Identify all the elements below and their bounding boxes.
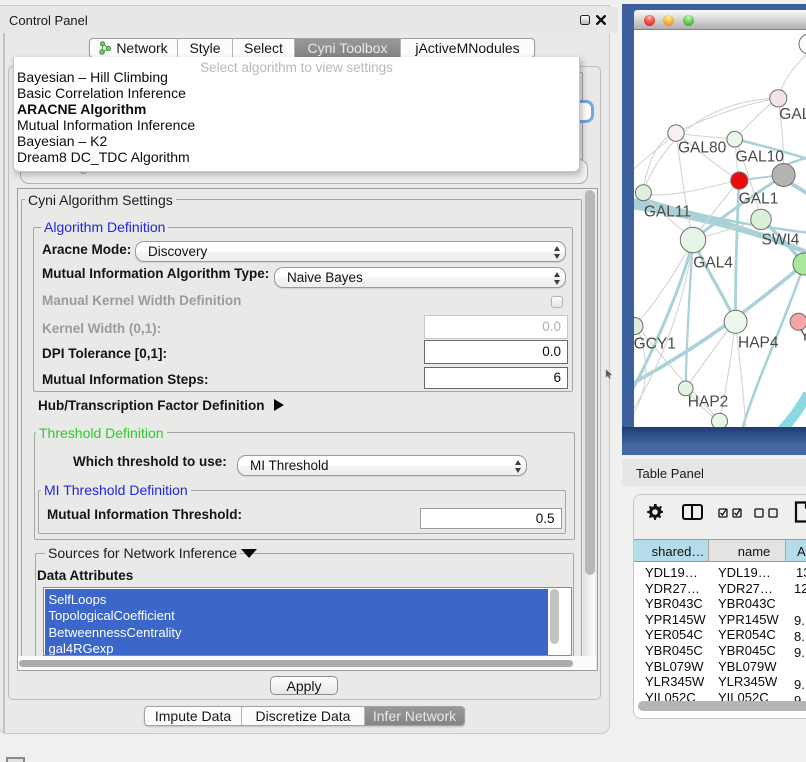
- svg-text:GAL11: GAL11: [644, 203, 691, 220]
- svg-text:GAL80: GAL80: [678, 140, 727, 157]
- svg-text:SWI4: SWI4: [762, 232, 800, 249]
- svg-text:GCY1: GCY1: [634, 336, 676, 353]
- svg-text:GAL2: GAL2: [779, 106, 806, 123]
- svg-text:HAP2: HAP2: [688, 394, 729, 411]
- svg-text:GAL1: GAL1: [739, 191, 779, 208]
- svg-text:GAL4: GAL4: [693, 255, 733, 272]
- svg-text:Y: Y: [800, 327, 806, 344]
- svg-text:HAP4: HAP4: [738, 335, 779, 352]
- svg-text:GAL10: GAL10: [736, 148, 785, 165]
